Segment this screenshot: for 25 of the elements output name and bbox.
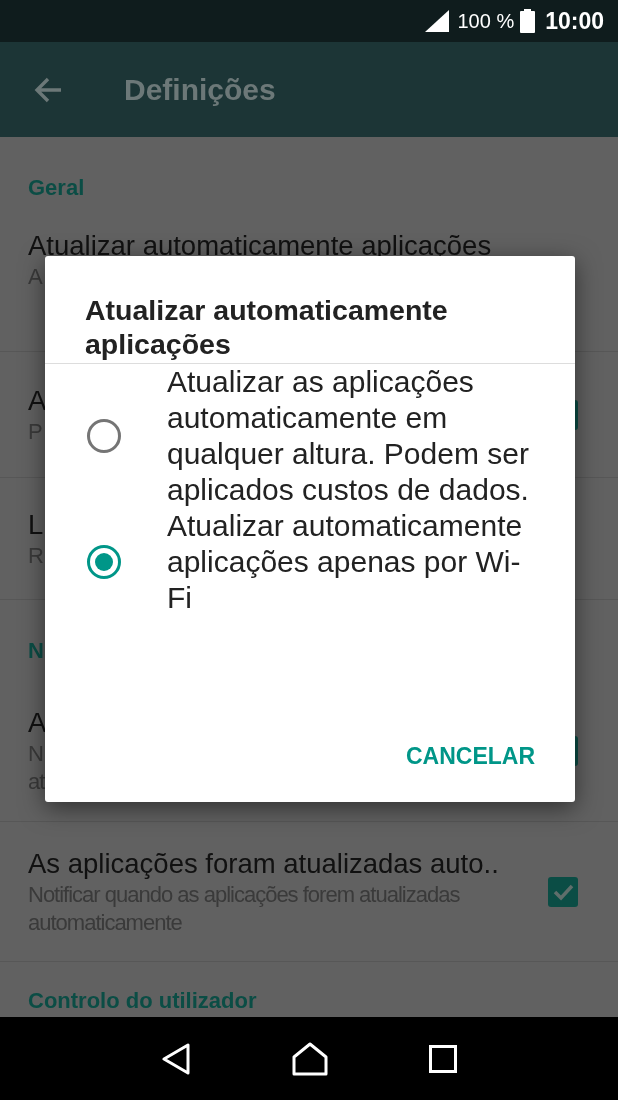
- setting-title: A: [28, 383, 47, 418]
- option-label[interactable]: Atualizar automaticamente aplicações apenas por Wi-Fi: [167, 508, 535, 616]
- screen-title: Definições: [124, 72, 276, 107]
- checkbox[interactable]: [575, 735, 578, 766]
- dialog-title: Atualizar automaticamente aplicações: [45, 256, 575, 364]
- option-label[interactable]: Atualizar as aplicações automaticamente em qualquer altura. Podem ser aplicados custos de dados.: [167, 364, 535, 508]
- cancel-button[interactable]: CANCELAR: [405, 743, 535, 770]
- radio-button[interactable]: [87, 419, 121, 453]
- section-header: N: [27, 637, 45, 665]
- section-header: Geral: [27, 174, 86, 202]
- home-icon[interactable]: [292, 1041, 328, 1076]
- radio-button[interactable]: [87, 545, 121, 579]
- back-arrow-icon[interactable]: [34, 76, 62, 103]
- setting-title: As aplicações foram atualizadas auto..: [28, 846, 499, 881]
- battery-icon: [520, 9, 536, 33]
- back-icon[interactable]: [160, 1042, 191, 1075]
- checkbox[interactable]: [548, 876, 578, 907]
- setting-title: A: [28, 705, 47, 740]
- battery-level: 100 %: [457, 9, 515, 33]
- setting-title: L: [28, 507, 44, 542]
- clock: 10:00: [545, 7, 604, 35]
- section-header: Controlo do utilizador: [27, 987, 258, 1015]
- checkbox[interactable]: [575, 399, 578, 430]
- recent-apps-icon[interactable]: [429, 1044, 458, 1073]
- signal-icon: [425, 10, 452, 32]
